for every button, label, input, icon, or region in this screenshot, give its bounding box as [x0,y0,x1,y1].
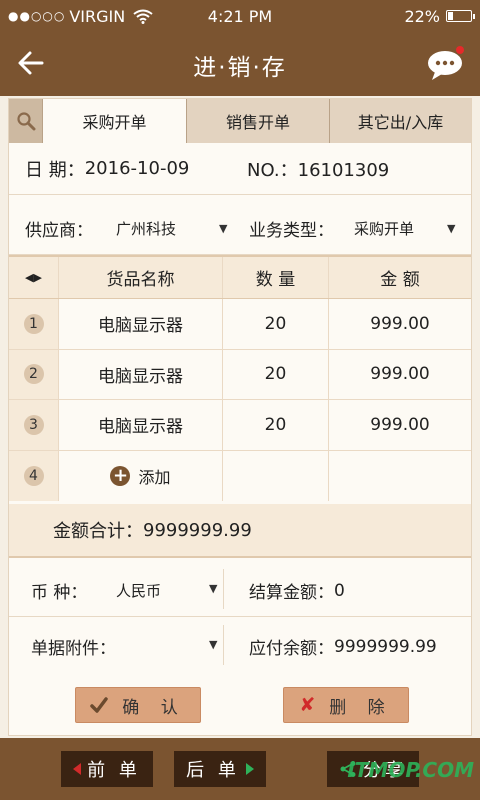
total-label: 金额合计： [53,521,143,542]
cell-name[interactable]: 电脑显示器 [59,349,223,399]
tab-purchase[interactable]: 采购开单 [43,99,187,143]
cell-amount[interactable]: 999.00 [329,299,471,349]
total-row: 金额合计： 9999999.99 [9,504,471,558]
search-icon [16,112,35,131]
supplier-select[interactable]: 广州科技 [116,218,176,239]
cell-name[interactable]: 电脑显示器 [59,299,223,349]
settle-label: 结算金额： [249,583,334,603]
order-no-value: 16101309 [297,159,390,181]
col-header-amount: 金 额 [380,270,420,290]
prev-order-button[interactable]: 前 单 [61,751,153,787]
next-order-button[interactable]: 后 单 [174,751,266,787]
confirm-button[interactable]: 确 认 [75,687,201,723]
delete-label: 删 除 [329,697,393,718]
cell-amount[interactable]: 999.00 [329,350,471,400]
right-triangle-icon [245,763,254,775]
table-header: ◀▶ 货品名称 数 量 金 额 [9,255,471,299]
table-row[interactable]: 1 电脑显示器 20 999.00 [9,299,471,350]
bottom-bar: 前 单 后 单 分享 ITMOP.COM [0,738,480,800]
attachment-dropdown-icon[interactable]: ▼ [209,638,217,651]
attachment-label[interactable]: 单据附件： [31,634,116,659]
date-value[interactable]: 2016-10-09 [85,158,190,179]
biztype-select[interactable]: 采购开单 [354,218,414,239]
payable-value: 9999999.99 [334,636,437,657]
battery-percent: 22% [404,6,440,26]
supplier-dropdown-icon[interactable]: ▼ [219,222,227,235]
currency-select[interactable]: 人民币 [116,580,161,601]
cell-amount[interactable]: 999.00 [329,400,471,450]
confirm-label: 确 认 [122,697,186,718]
col-header-qty: 数 量 [223,257,329,298]
cell-qty[interactable]: 20 [223,400,329,450]
watermark: ITMOP.COM [347,758,474,782]
page-title: 进·销·存 [193,55,287,81]
nav-bar: 进·销·存 [0,32,480,96]
plus-icon: + [110,465,131,486]
currency-label: 币 种： [31,583,88,603]
settle-value: 0 [334,580,345,601]
status-bar: ●●○○○ VIRGIN 4:21 PM 22% [0,0,480,32]
supplier-label: 供应商： [25,221,93,241]
date-label: 日 期： [25,159,85,181]
order-panel: 采购开单 销售开单 其它出/入库 日 期： 2016-10-09 NO.：161… [8,98,472,736]
cell-qty[interactable]: 20 [223,299,329,349]
tab-other-inout[interactable]: 其它出/入库 [330,99,471,143]
cell-qty[interactable]: 20 [223,349,329,399]
col-header-name: 货品名称 [59,257,223,298]
add-item-button[interactable]: + 添加 [110,464,171,488]
table-row-add: 4 + 添加 [9,450,471,501]
biztype-dropdown-icon[interactable]: ▼ [447,222,455,235]
row-index: 1 [23,313,44,334]
delete-button[interactable]: ✘ 删 除 [283,687,409,723]
signal-strength: ●●○○○ [8,9,66,23]
carrier-name: VIRGIN [69,6,126,26]
order-no-label: NO.： [247,159,298,181]
scroll-arrows-icon[interactable]: ◀▶ [9,257,59,298]
cell-name[interactable]: 电脑显示器 [59,400,223,450]
currency-dropdown-icon[interactable]: ▼ [209,582,217,595]
chat-bubble-icon[interactable] [426,44,466,82]
row-index: 4 [23,465,44,486]
goods-table: ◀▶ 货品名称 数 量 金 额 1 电脑显示器 20 999.00 2 电脑显示… [9,255,471,501]
search-button[interactable] [9,99,43,143]
table-row[interactable]: 2 电脑显示器 20 999.00 [9,349,471,400]
row-index: 2 [23,364,44,385]
table-row[interactable]: 3 电脑显示器 20 999.00 [9,400,471,451]
attachment-row: 单据附件： ▼ 应付余额： 9999999.99 [9,617,471,673]
row-index: 3 [23,414,44,435]
prev-order-label: 前 单 [87,760,141,781]
battery-icon [446,10,475,22]
wifi-icon [133,9,153,24]
check-icon [90,697,109,713]
add-item-label: 添加 [138,467,171,487]
date-row: 日 期： 2016-10-09 NO.：16101309 [9,143,471,195]
payable-label: 应付余额： [249,639,334,659]
left-triangle-icon [73,763,82,775]
tab-sales[interactable]: 销售开单 [187,99,330,143]
supplier-row: 供应商： 广州科技 ▼ 业务类型： 采购开单 ▼ [9,203,471,255]
x-icon: ✘ [299,694,316,716]
next-order-label: 后 单 [186,760,240,781]
total-value: 9999999.99 [143,519,252,541]
biztype-label: 业务类型： [249,221,334,241]
currency-row: 币 种： 人民币 ▼ 结算金额： 0 [9,561,471,617]
tab-bar: 采购开单 销售开单 其它出/入库 [9,99,471,143]
